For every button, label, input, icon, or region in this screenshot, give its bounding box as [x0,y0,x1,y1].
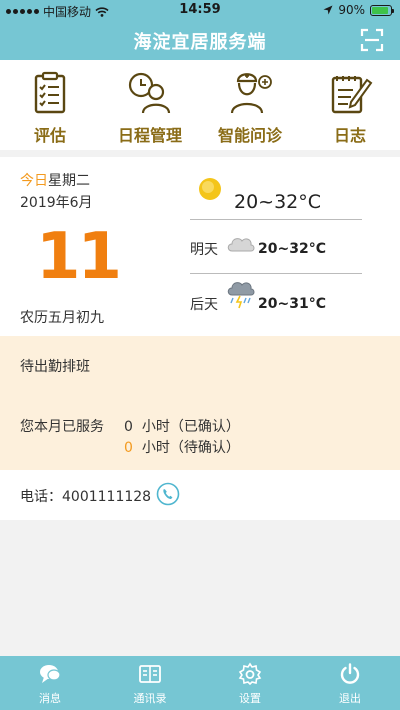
weekday: 星期二 [48,173,90,189]
tab-bar: 消息 通讯录 设置 退出 [0,656,400,710]
weekday-line: 今日星期二 [20,170,90,190]
chat-bubble-icon [40,665,61,683]
tab-contacts-label: 通讯录 [133,692,167,705]
func-assessment[interactable]: 评估 [0,60,100,150]
func-schedule[interactable]: 日程管理 [100,60,200,150]
battery-percent: 90% [338,3,365,17]
status-right: 90% [323,3,394,17]
confirmed-unit: 小时（已确认） [141,419,240,435]
schedule-person-icon [128,72,171,114]
weather-panel: 20~32°C 明天 20~32°C 后天 20~31°C [190,157,362,336]
tomorrow-temperature: 20~32°C [258,241,326,257]
cloud-icon [227,238,255,252]
gear-icon [238,662,262,686]
tab-messages[interactable]: 消息 [0,656,100,710]
tab-settings-label: 设置 [239,692,261,705]
pending-value: 0 [124,440,133,456]
scan-icon[interactable] [360,28,384,52]
status-bar: 中国移动 14:59 90% [0,0,400,20]
phone-text: 电话：4001111128 [20,486,151,506]
clipboard-icon [34,71,66,114]
tab-settings[interactable]: 设置 [200,656,300,710]
contacts-icon [139,665,161,683]
confirmed-hours: 0 小时（已确认） [124,416,240,436]
pending-hours: 0 小时（待确认） [124,437,240,457]
func-log[interactable]: 日志 [300,60,400,150]
phone-label: 电话： [20,489,62,505]
confirmed-value: 0 [124,419,133,435]
tomorrow-label: 明天 [190,242,218,258]
nav-bar: 海淀宜居服务端 [0,20,400,60]
lunar-date: 农历五月初九 [20,310,104,326]
tab-contacts[interactable]: 通讯录 [100,656,200,710]
function-row: 评估 日程管理 智能问诊 日志 [0,60,400,150]
today-temperature: 20~32°C [234,191,322,213]
func-consult[interactable]: 智能问诊 [200,60,300,150]
func-consult-label: 智能问诊 [217,126,282,145]
year-month: 2019年6月 [20,195,93,211]
tab-messages-label: 消息 [39,692,61,705]
day-after-label: 后天 [190,297,218,313]
notepad-pen-icon [331,76,373,114]
day-number: 11 [36,220,122,294]
page-title: 海淀宜居服务端 [133,32,267,53]
served-label: 您本月已服务 [20,419,104,435]
weather-divider [190,219,362,220]
tab-logout[interactable]: 退出 [300,656,400,710]
battery-icon [370,4,394,16]
schedule-status: 待出勤排班 [20,359,90,375]
func-schedule-label: 日程管理 [117,126,182,145]
thunderstorm-icon [227,282,255,309]
sun-icon [199,178,221,200]
doctor-icon [230,73,272,114]
phone-row: 电话：4001111128 [0,470,400,520]
func-log-label: 日志 [333,126,366,145]
weather-divider [190,273,362,274]
service-panel: 待出勤排班 您本月已服务 0 小时（已确认） 0 小时（待确认） [0,336,400,470]
phone-number: 4001111128 [62,489,152,505]
day-after-temperature: 20~31°C [258,296,326,312]
pending-unit: 小时（待确认） [141,440,240,456]
power-icon [340,663,360,684]
phone-icon[interactable] [156,482,180,506]
today-label: 今日 [20,173,48,189]
location-arrow-icon [323,5,333,15]
date-weather-card: 今日星期二 2019年6月 11 农历五月初九 20~32°C 明天 20~32… [0,157,400,336]
func-assessment-label: 评估 [33,126,66,145]
tab-logout-label: 退出 [339,692,361,705]
